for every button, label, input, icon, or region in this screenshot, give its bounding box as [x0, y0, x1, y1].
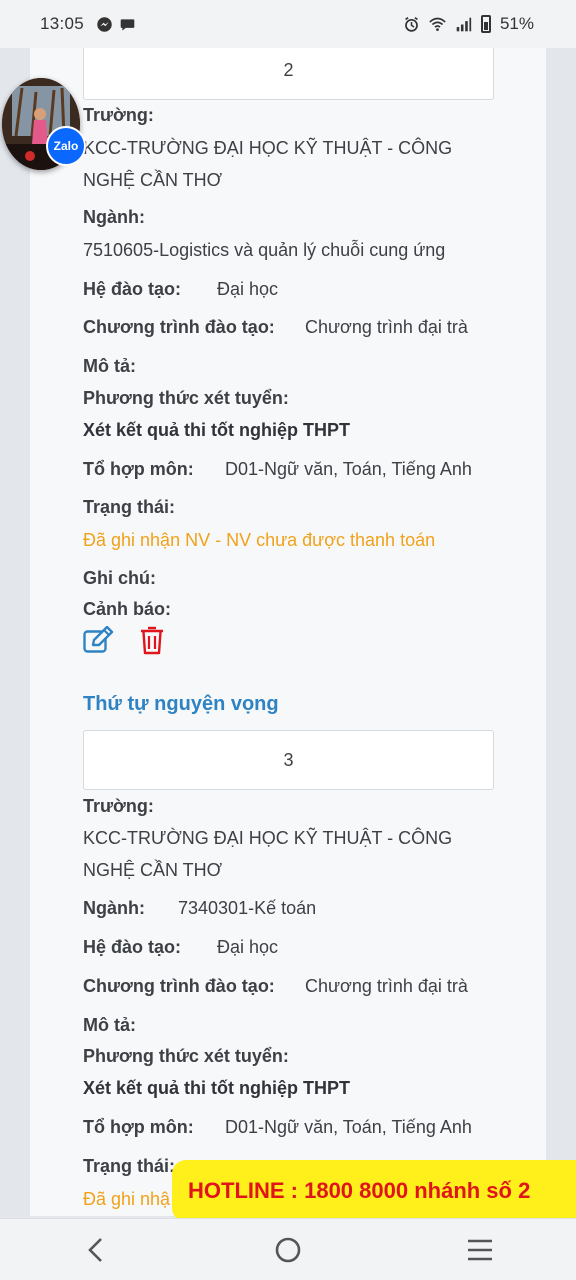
- wish-order-value: 3: [283, 749, 294, 770]
- training-system-label: Hệ đào tạo:: [83, 937, 182, 957]
- status-bar: 13:05 51%: [0, 0, 576, 48]
- clock: 13:05: [40, 14, 85, 33]
- zalo-chat-head[interactable]: Zalo: [0, 78, 86, 174]
- edit-icon[interactable]: [83, 626, 115, 654]
- wish-order-box: 3: [83, 730, 494, 790]
- recent-apps-button[interactable]: [450, 1225, 510, 1275]
- status-label: Trạng thái:: [83, 1156, 176, 1176]
- alert-label: Cảnh báo:: [83, 599, 171, 619]
- major-value: 7340301-Kế toán: [178, 898, 317, 918]
- admission-method-label: Phương thức xét tuyển:: [83, 1046, 289, 1066]
- program-value: Chương trình đại trà: [305, 317, 468, 337]
- description-label: Mô tả:: [83, 356, 136, 376]
- home-button[interactable]: [258, 1225, 318, 1275]
- hotline-banner[interactable]: HOTLINE : 1800 8000 nhánh số 2: [172, 1160, 576, 1222]
- school-value: KCC-TRƯỜNG ĐẠI HỌC KỸ THUẬT - CÔNG NGHỆ …: [83, 828, 453, 880]
- training-system-value: Đại học: [217, 279, 279, 299]
- subject-combo-label: Tổ hợp môn:: [83, 1117, 194, 1137]
- admission-method-label: Phương thức xét tuyển:: [83, 388, 289, 408]
- wish-order-value: 2: [283, 59, 294, 80]
- major-label: Ngành:: [83, 898, 145, 918]
- admission-method-value: Xét kết quả thi tốt nghiệp THPT: [83, 1078, 350, 1098]
- delete-icon[interactable]: [140, 625, 164, 655]
- status-value: Đã ghi nhậ: [83, 1189, 171, 1209]
- zalo-badge-icon: Zalo: [46, 126, 86, 166]
- alarm-icon: [405, 16, 418, 32]
- wish-order-box: 2: [83, 48, 494, 100]
- school-value: KCC-TRƯỜNG ĐẠI HỌC KỸ THUẬT - CÔNG NGHỆ …: [83, 138, 453, 190]
- battery-level: 51%: [499, 14, 534, 33]
- wifi-icon: [429, 17, 446, 31]
- wish-list-page[interactable]: 2 Trường: KCC-TRƯỜNG ĐẠI HỌC KỸ THUẬT - …: [30, 48, 546, 1216]
- hotline-text: HOTLINE : 1800 8000 nhánh số 2: [188, 1178, 531, 1203]
- school-label: Trường:: [83, 796, 154, 816]
- notification-icons: [96, 16, 136, 33]
- chat-icon: [120, 18, 135, 30]
- back-button[interactable]: [66, 1225, 126, 1275]
- major-label: Ngành:: [83, 207, 145, 227]
- subject-combo-label: Tổ hợp môn:: [83, 459, 194, 479]
- wish-order-title: Thứ tự nguyện vọng: [83, 693, 279, 715]
- training-system-label: Hệ đào tạo:: [83, 279, 182, 299]
- major-value: 7510605-Logistics và quản lý chuỗi cung …: [83, 240, 446, 260]
- subject-combo-value: D01-Ngữ văn, Toán, Tiếng Anh: [225, 1117, 472, 1137]
- back-icon: [88, 1237, 102, 1262]
- program-label: Chương trình đào tạo:: [83, 317, 275, 337]
- signal-icon: [456, 17, 472, 31]
- program-value: Chương trình đại trà: [305, 976, 468, 996]
- messenger-icon: [97, 16, 112, 32]
- program-label: Chương trình đào tạo:: [83, 976, 275, 996]
- school-label: Trường:: [83, 105, 154, 125]
- system-icons: 51%: [403, 0, 534, 48]
- subject-combo-value: D01-Ngữ văn, Toán, Tiếng Anh: [225, 459, 472, 479]
- note-label: Ghi chú:: [83, 568, 156, 588]
- training-system-value: Đại học: [217, 937, 279, 957]
- home-icon: [275, 1237, 301, 1262]
- admission-method-value: Xét kết quả thi tốt nghiệp THPT: [83, 420, 350, 440]
- battery-icon: [480, 15, 491, 33]
- description-label: Mô tả:: [83, 1015, 136, 1035]
- navigation-bar: [0, 1218, 576, 1280]
- menu-icon: [468, 1239, 492, 1260]
- status-value: Đã ghi nhận NV - NV chưa được thanh toán: [83, 530, 436, 550]
- status-label: Trạng thái:: [83, 497, 176, 517]
